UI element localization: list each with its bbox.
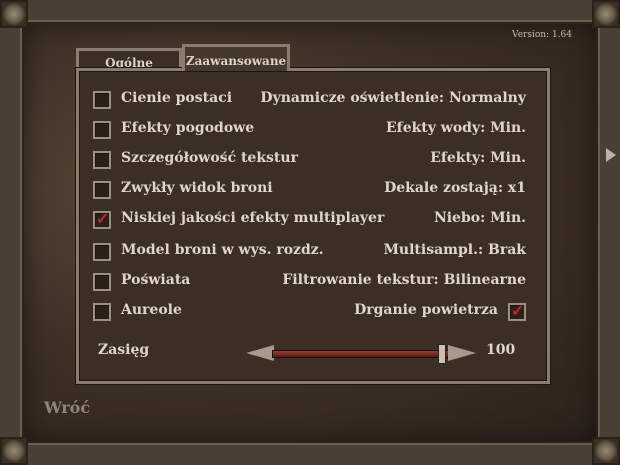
arrow-right-icon[interactable]	[448, 345, 476, 361]
option-row: Cienie postaci Dynamicze oświetlenie: No…	[90, 88, 536, 112]
arrow-left-icon[interactable]	[246, 345, 274, 361]
corner-rivet-icon	[592, 437, 620, 465]
range-slider-track[interactable]	[272, 350, 452, 358]
option-row: Efekty pogodowe Efekty wody: Min.	[90, 118, 536, 142]
option-label[interactable]: Efekty wody: Min.	[386, 120, 526, 136]
option-label[interactable]: Efekty pogodowe	[121, 120, 254, 136]
option-label[interactable]: Multisampl.: Brak	[383, 242, 526, 258]
option-label[interactable]: Aureole	[121, 302, 182, 318]
corner-rivet-icon	[0, 437, 28, 465]
checkbox-weather[interactable]	[93, 121, 111, 139]
checkbox-texture-detail[interactable]	[93, 151, 111, 169]
option-row: Poświata Filtrowanie tekstur: Bilinearne	[90, 270, 536, 294]
option-label[interactable]: Poświata	[121, 272, 190, 288]
checkbox-low-mp-effects[interactable]	[93, 209, 111, 229]
version-label: Version: 1.64	[512, 30, 572, 40]
checkbox-heat-haze[interactable]	[508, 301, 526, 321]
option-label[interactable]: Dekale zostają: x1	[384, 180, 526, 196]
option-label[interactable]: Cienie postaci	[121, 90, 232, 106]
option-label[interactable]: Drganie powietrza	[354, 302, 498, 318]
range-slider-row: Zasięg 100	[90, 340, 536, 366]
option-label[interactable]: Niebo: Min.	[434, 210, 526, 226]
tab-general[interactable]: Ogólne	[76, 48, 182, 70]
checkbox-hires-weapon[interactable]	[93, 243, 111, 261]
option-label[interactable]: Niskiej jakości efekty multiplayer	[121, 210, 384, 226]
corner-rivet-icon	[592, 0, 620, 28]
option-row: Szczegółowość tekstur Efekty: Min.	[90, 148, 536, 172]
option-label[interactable]: Filtrowanie tekstur: Bilinearne	[282, 272, 526, 288]
range-slider-thumb[interactable]	[438, 344, 447, 364]
option-label[interactable]: Zwykły widok broni	[121, 180, 273, 196]
option-label[interactable]: Dynamicze oświetlenie: Normalny	[260, 90, 526, 106]
option-row: Model broni w wys. rozdz. Multisampl.: B…	[90, 240, 536, 264]
back-button[interactable]: Wróć	[44, 398, 90, 417]
option-label[interactable]: Szczegółowość tekstur	[121, 150, 298, 166]
checkbox-weapon-view[interactable]	[93, 181, 111, 199]
option-label[interactable]: Model broni w wys. rozdz.	[121, 242, 324, 258]
slider-value: 100	[486, 342, 516, 358]
option-label[interactable]: Efekty: Min.	[430, 150, 526, 166]
option-row: Niskiej jakości efekty multiplayer Niebo…	[90, 208, 536, 232]
checkbox-shadows[interactable]	[93, 91, 111, 109]
tab-advanced-label: Zaawansowane	[185, 54, 287, 68]
option-row: Aureole Drganie powietrza	[90, 300, 536, 324]
side-arrow-icon[interactable]	[606, 148, 616, 162]
checkbox-glow[interactable]	[93, 273, 111, 291]
slider-label: Zasięg	[98, 342, 150, 358]
corner-rivet-icon	[0, 0, 28, 28]
option-row: Zwykły widok broni Dekale zostają: x1	[90, 178, 536, 202]
tab-advanced[interactable]: Zaawansowane	[182, 44, 290, 71]
checkbox-halos[interactable]	[93, 303, 111, 321]
